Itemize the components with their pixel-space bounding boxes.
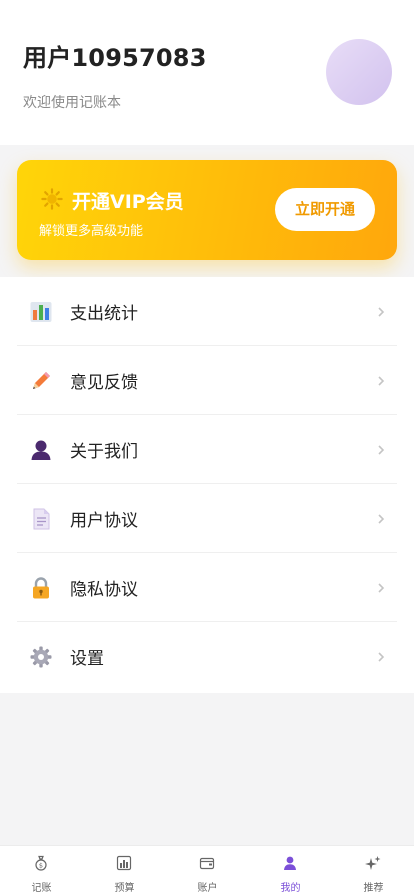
username: 用户10957083: [23, 44, 207, 72]
menu-item-expense-stats[interactable]: 支出统计: [17, 277, 397, 346]
sparkle-icon: [365, 856, 381, 870]
tab-bookkeeping[interactable]: $ 记账: [0, 846, 83, 896]
tab-label: 记账: [31, 883, 52, 894]
bar-chart-icon: [30, 302, 52, 322]
vip-description: 解锁更多高级功能: [39, 224, 144, 239]
tab-budget[interactable]: 预算: [83, 846, 166, 896]
sun-icon: [41, 188, 63, 210]
tab-account[interactable]: 账户: [166, 846, 249, 896]
chevron-right-icon: [378, 307, 385, 317]
menu-item-user-agreement[interactable]: 用户协议: [17, 484, 397, 553]
menu-item-label: 用户协议: [70, 511, 138, 531]
vip-banner[interactable]: 开通VIP会员 解锁更多高级功能 立即开通: [17, 160, 397, 260]
menu-item-label: 设置: [70, 649, 104, 669]
bottom-tab-bar: $ 记账 预算 账户 我的 推荐: [0, 845, 414, 896]
tab-label: 账户: [197, 883, 218, 894]
document-icon: [33, 508, 50, 530]
menu-item-privacy-policy[interactable]: 隐私协议: [17, 553, 397, 622]
menu-item-label: 关于我们: [70, 442, 138, 462]
tab-label: 我的: [280, 883, 301, 894]
chevron-right-icon: [378, 583, 385, 593]
menu-item-label: 支出统计: [70, 304, 138, 324]
pencil-icon: [33, 372, 50, 389]
menu-item-feedback[interactable]: 意见反馈: [17, 346, 397, 415]
avatar[interactable]: [326, 39, 392, 105]
tab-label: 预算: [114, 883, 135, 894]
chevron-right-icon: [378, 652, 385, 662]
chevron-right-icon: [378, 514, 385, 524]
bar-chart-icon: [116, 855, 132, 871]
tab-recommend[interactable]: 推荐: [332, 846, 414, 896]
gear-icon: [30, 646, 52, 668]
profile-header: 用户10957083 欢迎使用记账本: [0, 0, 414, 145]
chevron-right-icon: [378, 445, 385, 455]
chevron-right-icon: [378, 376, 385, 386]
menu-item-about-us[interactable]: 关于我们: [17, 415, 397, 484]
welcome-subtitle: 欢迎使用记账本: [23, 95, 121, 111]
tab-label: 推荐: [363, 883, 384, 894]
menu-item-label: 隐私协议: [70, 580, 138, 600]
person-icon: [31, 440, 51, 460]
menu-list: 支出统计 意见反馈 关于我们 用户协议 隐私协议 设置: [0, 277, 414, 693]
wallet-icon: [199, 857, 215, 870]
person-icon: [284, 856, 296, 870]
tab-mine[interactable]: 我的: [249, 846, 332, 896]
lock-icon: [33, 577, 49, 599]
money-bag-icon: $: [35, 855, 47, 871]
menu-item-settings[interactable]: 设置: [17, 622, 397, 691]
activate-vip-button[interactable]: 立即开通: [275, 188, 375, 231]
vip-title: 开通VIP会员: [72, 191, 184, 213]
menu-item-label: 意见反馈: [70, 373, 138, 393]
svg-text:$: $: [39, 861, 43, 869]
